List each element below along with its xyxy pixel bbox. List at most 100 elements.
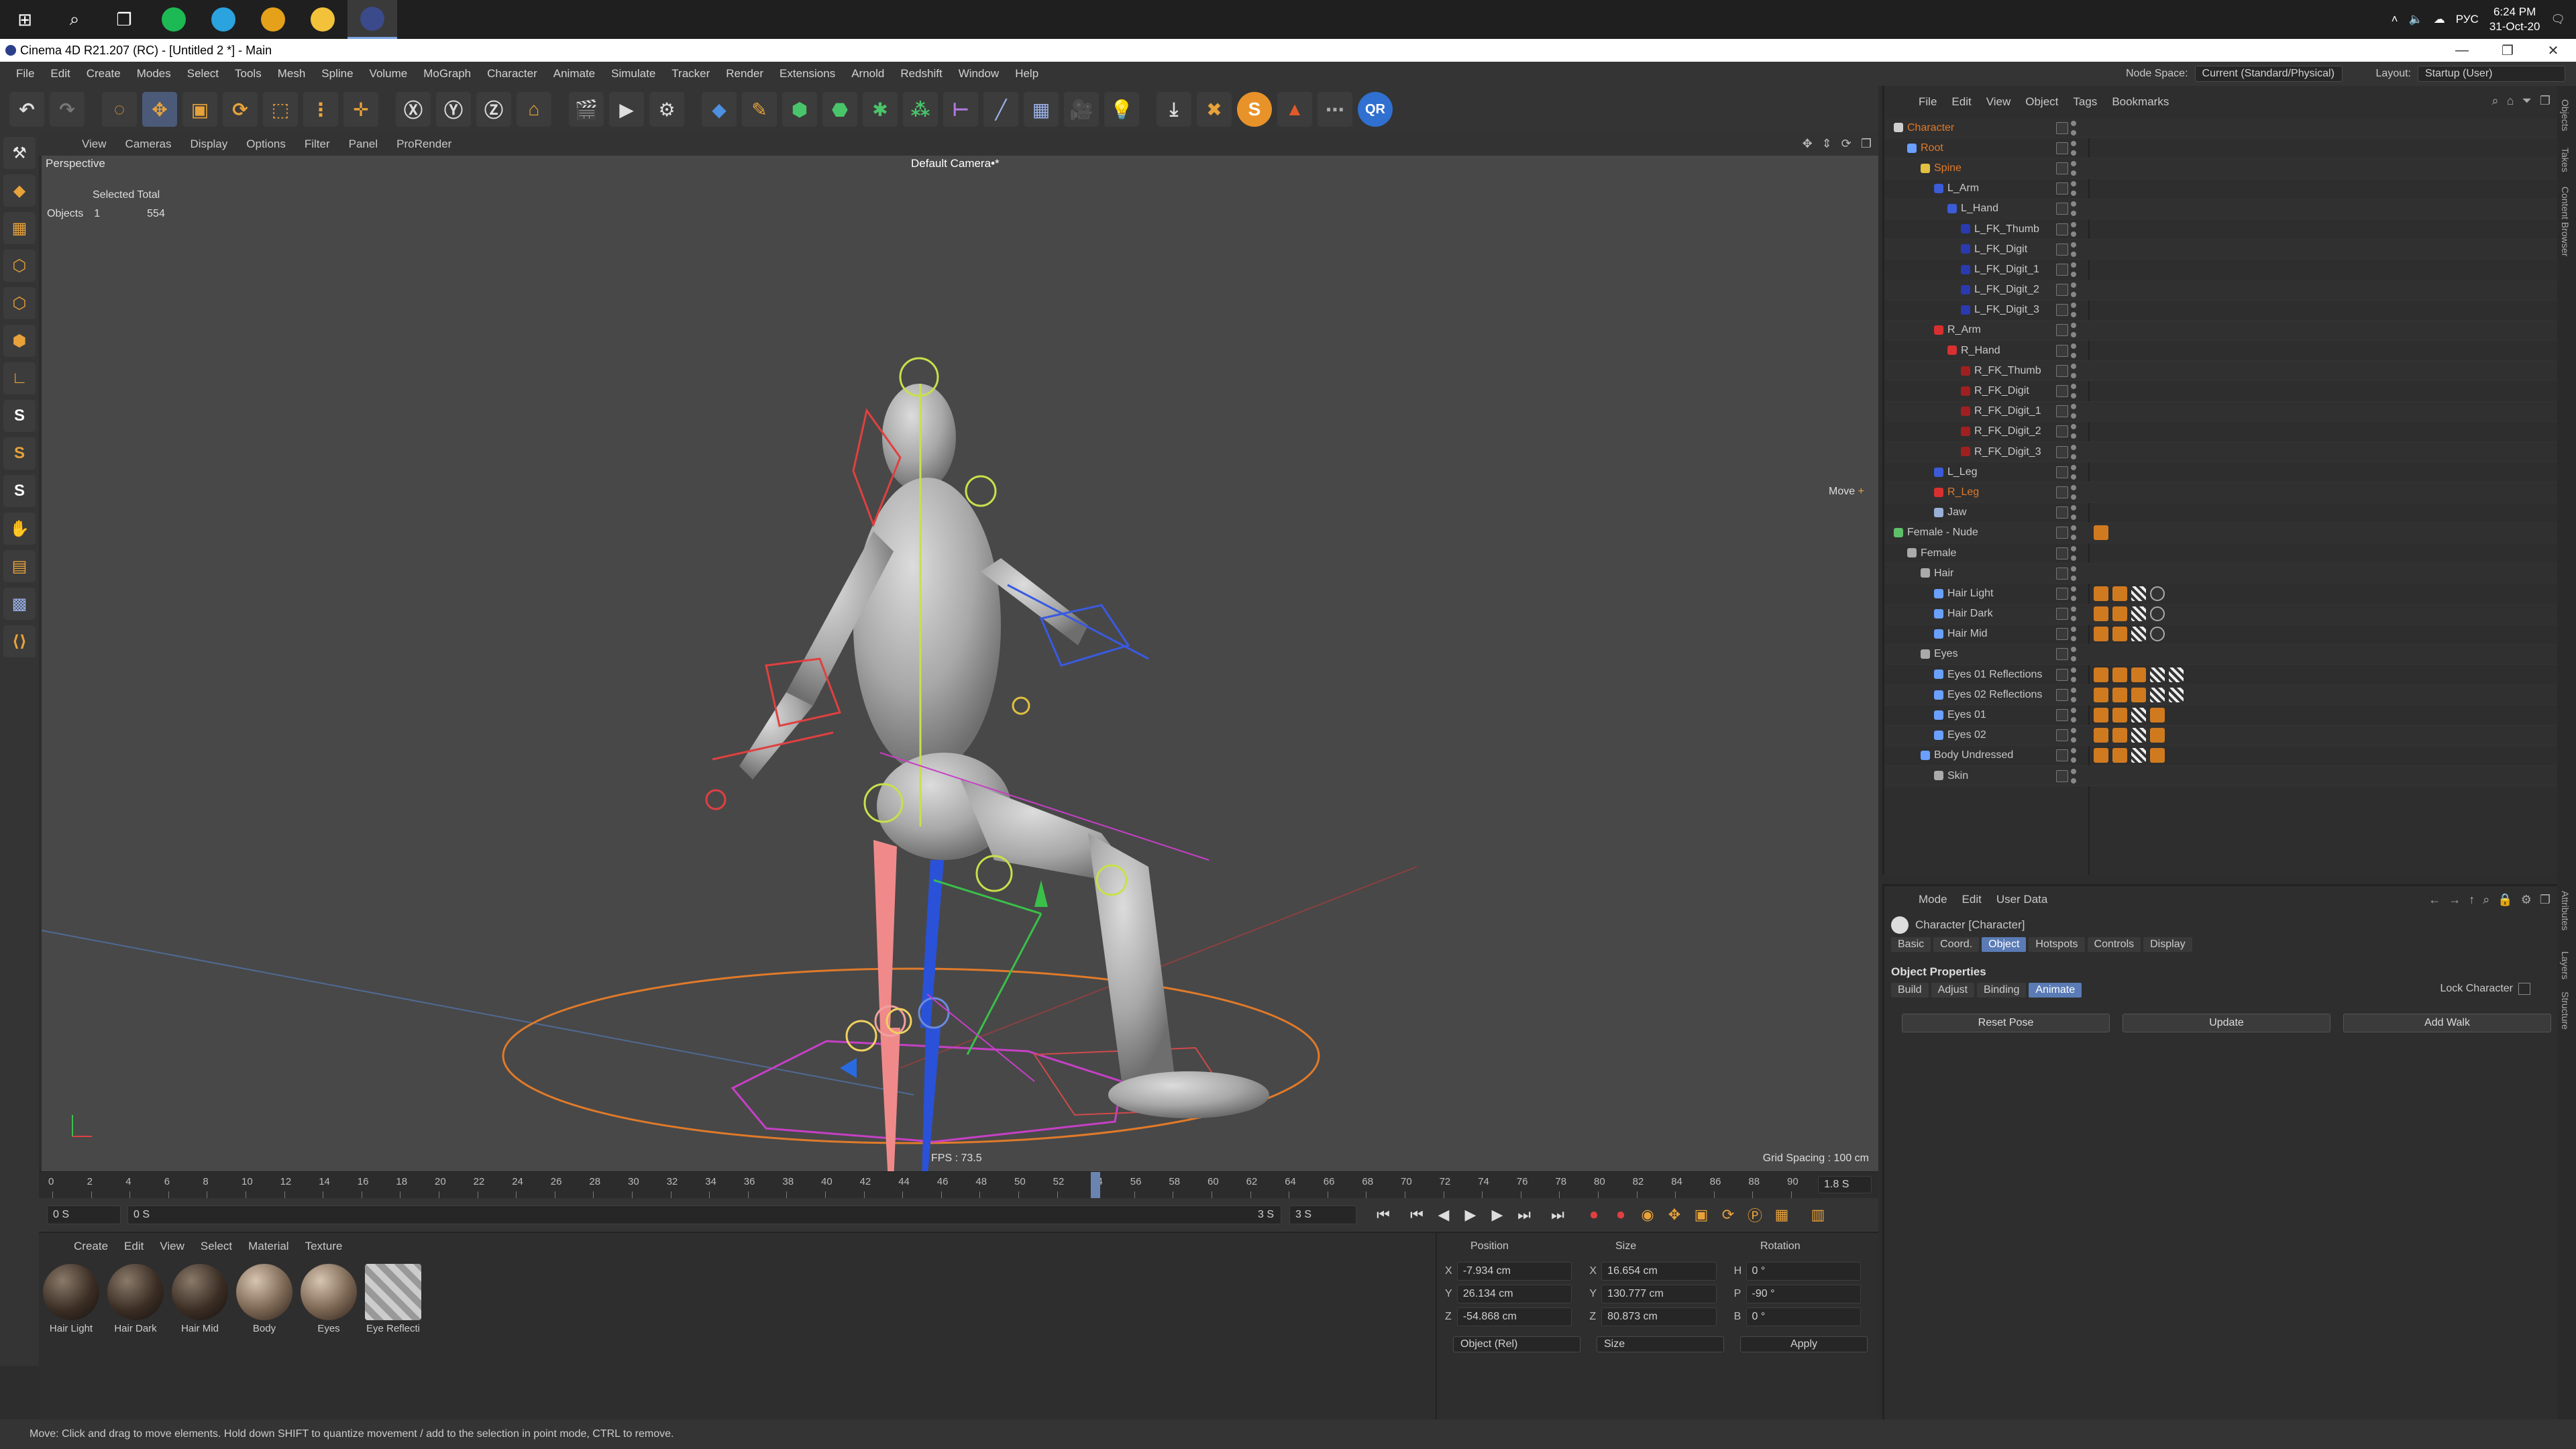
scale-tool-icon[interactable]: ▣ [182,92,217,127]
filter-icon[interactable]: ⏷ [2522,94,2531,108]
tab-coord[interactable]: Coord. [1933,937,1980,952]
volume-icon[interactable]: 🔈 [2409,13,2423,26]
minimize-icon[interactable]: — [2439,39,2485,62]
key-param-icon[interactable]: Ⓟ [1741,1201,1768,1228]
tag-icon[interactable] [2112,667,2127,682]
visibility-dots[interactable] [2071,181,2076,197]
visibility-dots[interactable] [2071,566,2076,581]
menu-modes[interactable]: Modes [129,62,179,86]
tag-icon[interactable] [2150,667,2165,682]
camera-icon[interactable]: 🎥 [1064,92,1099,127]
z-axis-lock-icon[interactable]: Ⓩ [476,92,511,127]
visibility-dots[interactable] [2071,120,2076,136]
goto-start-icon[interactable]: ⏮ [1370,1201,1397,1228]
visibility-dots[interactable] [2071,241,2076,257]
layer-checkbox[interactable] [2056,729,2068,742]
notifications-icon[interactable]: 🗨 [2551,13,2565,26]
move-view-icon[interactable]: ⇕ [1822,137,1832,151]
visibility-dots[interactable] [2071,303,2076,318]
plugin-s3-icon[interactable]: S [3,475,36,507]
tag-icon[interactable] [2169,667,2184,682]
light-icon[interactable]: 💡 [1104,92,1139,127]
y-axis-lock-icon[interactable]: Ⓨ [436,92,471,127]
tag-icon[interactable] [2094,708,2108,723]
object-row[interactable]: R_FK_Digit_2 [1884,422,2559,442]
pen-icon[interactable]: ✎ [742,92,777,127]
render-settings-icon[interactable]: ⚙ [649,92,684,127]
points-mode-icon[interactable]: ⬡ [3,250,36,282]
object-row[interactable]: Character [1884,118,2559,139]
menu-window[interactable]: Window [951,62,1007,86]
search-icon[interactable]: ⌕ [50,0,99,39]
plugin-s-icon[interactable]: S [1237,92,1272,127]
object-row[interactable]: Female [1884,543,2559,564]
redo-icon[interactable]: ↷ [50,92,85,127]
object-row[interactable]: Hair [1884,564,2559,584]
tag-icon[interactable] [2112,627,2127,642]
object-row[interactable]: Skin [1884,766,2559,787]
cinema4d-icon[interactable] [347,0,397,39]
workplane-icon[interactable]: ▤ [3,550,36,582]
visibility-dots[interactable] [2071,363,2076,378]
visibility-dots[interactable] [2071,384,2076,399]
lock-icon[interactable]: 🔒 [2498,893,2512,907]
visibility-dots[interactable] [2071,545,2076,561]
tag-icon[interactable] [2131,627,2146,642]
play-icon[interactable]: ▶ [1457,1201,1484,1228]
object-row[interactable]: Hair Light [1884,584,2559,604]
menu-tracker[interactable]: Tracker [663,62,718,86]
field-icon[interactable]: ⊢ [943,92,978,127]
tag-icon[interactable] [2094,748,2108,763]
layer-checkbox[interactable] [2056,486,2068,498]
layer-checkbox[interactable] [2056,142,2068,154]
object-row[interactable]: Root [1884,138,2559,159]
object-row[interactable]: R_FK_Digit_1 [1884,401,2559,422]
menu-mesh[interactable]: Mesh [270,62,314,86]
render-view-icon[interactable]: 🎬 [569,92,604,127]
layer-checkbox[interactable] [2056,506,2068,519]
tab-object[interactable]: Object [1982,937,2027,952]
visibility-dots[interactable] [2071,627,2076,642]
viewport-menu-view[interactable]: View [72,138,116,151]
attribute-menu-user-data[interactable]: User Data [1989,893,2055,906]
object-row[interactable]: Eyes 01 [1884,705,2559,726]
snap-icon[interactable]: ⋮ [303,92,338,127]
object-menu-file[interactable]: File [1911,95,1944,109]
lock-character-checkbox[interactable] [2518,983,2530,995]
3d-viewport[interactable]: Perspective Default Camera•* Selected To… [42,156,1878,1171]
object-row[interactable]: L_FK_Digit_2 [1884,280,2559,301]
tag-icon[interactable] [2150,627,2165,642]
side-tab-attributes[interactable]: Attributes [2560,891,2571,930]
new-window-icon[interactable]: ❐ [2540,893,2551,907]
clock[interactable]: 6:24 PM 31-Oct-20 [2489,5,2540,34]
texture-mode-icon[interactable]: ▦ [3,212,36,244]
visibility-dots[interactable] [2071,323,2076,338]
visibility-dots[interactable] [2071,768,2076,784]
subtab-binding[interactable]: Binding [1977,983,2027,998]
search-icon[interactable]: ⌕ [2483,893,2489,907]
visibility-dots[interactable] [2071,647,2076,662]
record-icon[interactable]: ⏺ [1580,1201,1607,1228]
next-frame-icon[interactable]: ▶ [1484,1201,1511,1228]
visibility-dots[interactable] [2071,667,2076,682]
layer-checkbox[interactable] [2056,364,2068,377]
paint-icon[interactable]: ✋ [3,513,36,545]
tag-icon[interactable] [2112,606,2127,622]
layer-checkbox[interactable] [2056,203,2068,215]
maximize-icon[interactable]: ❐ [2485,39,2530,62]
key-rotation-icon[interactable]: ⟳ [1715,1201,1741,1228]
side-tab-objects[interactable]: Objects [2560,99,2571,131]
layer-checkbox[interactable] [2056,263,2068,276]
task-view-icon[interactable]: ❐ [99,0,149,39]
toggle-view-icon[interactable]: ❐ [1861,137,1872,151]
visibility-dots[interactable] [2071,484,2076,500]
rotation-field[interactable]: 0 ° [1746,1307,1861,1326]
object-row[interactable]: L_Hand [1884,199,2559,219]
cloner-icon[interactable]: ⁂ [903,92,938,127]
tag-icon[interactable] [2094,687,2108,702]
key-scale-icon[interactable]: ▣ [1688,1201,1715,1228]
layer-checkbox[interactable] [2056,162,2068,174]
render-picture-viewer-icon[interactable]: ▶ [609,92,644,127]
object-row[interactable]: Eyes [1884,644,2559,665]
coord-mode-dropdown[interactable]: Object (Rel) [1453,1336,1580,1352]
